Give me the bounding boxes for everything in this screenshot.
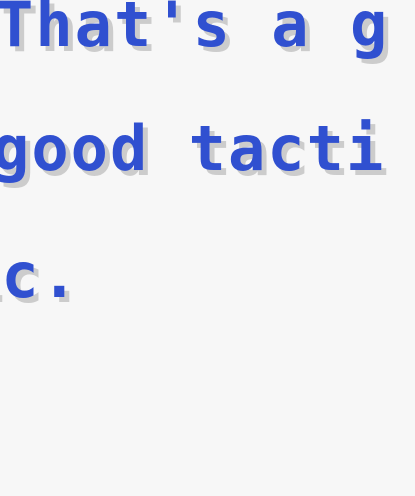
dialogue-line-1: That's a g — [0, 0, 390, 61]
dialogue-box: That's a g good tacti ic. — [0, 0, 415, 496]
dialogue-line-2: good tacti — [0, 112, 386, 185]
dialogue-line-3: ic. — [0, 239, 80, 312]
